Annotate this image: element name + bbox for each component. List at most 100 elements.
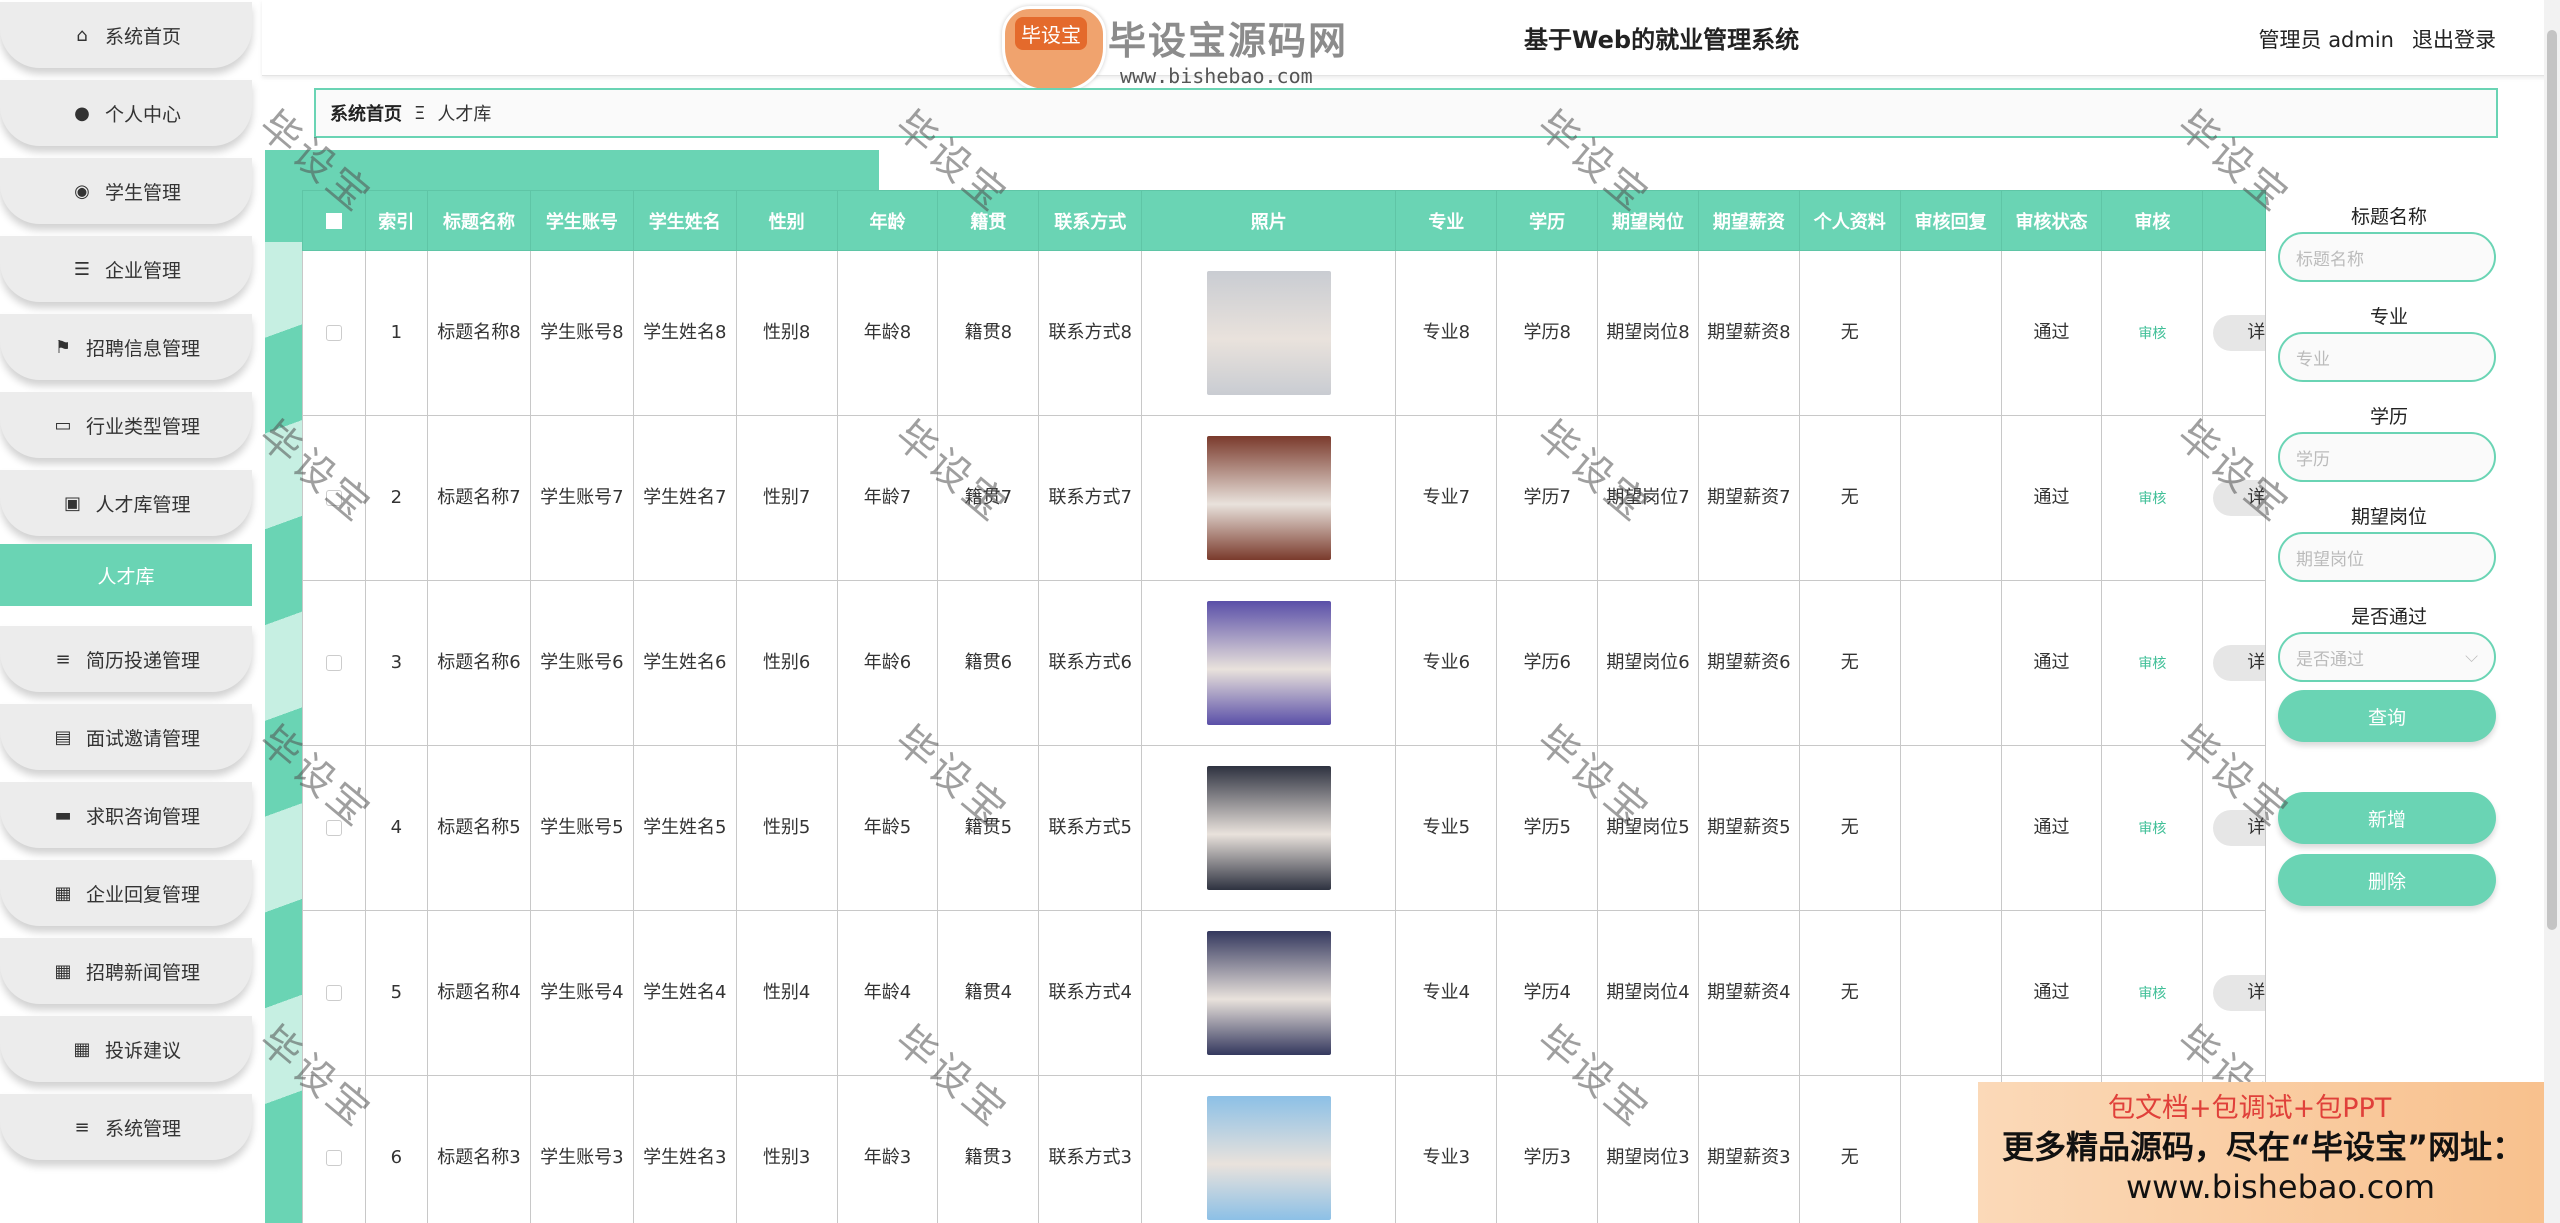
column-header: 期望薪资 (1697, 190, 1800, 251)
page-scrollbar[interactable] (2544, 0, 2560, 1223)
cell-name: 学生姓名6 (632, 580, 737, 746)
row-checkbox-cell (302, 745, 366, 911)
query-button[interactable]: 查询 (2278, 690, 2496, 742)
table-row[interactable]: 1 标题名称8 学生账号8 学生姓名8 性别8 年龄8 籍贯8 联系方式8 专业8 学历8 期望岗位… (302, 250, 2266, 416)
sidebar-item-label: 招聘新闻管理 (85, 961, 200, 984)
sidebar-item-label: 人才库管理 (95, 493, 191, 516)
sidebar-item[interactable]: ▬ 求职咨询管理 (0, 782, 252, 848)
column-header: 学历 (1496, 190, 1599, 251)
search-input[interactable]: 学历 (2278, 432, 2496, 482)
add-button[interactable]: 新增 (2278, 792, 2496, 844)
audit-link[interactable]: 审核 (2138, 821, 2166, 837)
column-header: 审核 (2101, 190, 2204, 251)
student-photo[interactable] (1206, 436, 1331, 560)
cell-idx: 3 (364, 580, 429, 746)
sidebar-subitem-active[interactable]: 人才库 (0, 544, 252, 606)
cell-edu: 学历6 (1496, 580, 1599, 746)
cell-name: 学生姓名7 (632, 415, 737, 581)
breadcrumb-home[interactable]: 系统首页 (330, 100, 402, 126)
student-photo[interactable] (1206, 931, 1331, 1055)
search-input[interactable]: 标题名称 (2278, 232, 2496, 282)
actions-cell: 详 (2202, 415, 2266, 581)
cell-gender: 性别5 (735, 745, 838, 911)
search-input[interactable]: 期望岗位 (2278, 532, 2496, 582)
audit-link[interactable]: 审核 (2138, 326, 2166, 342)
briefcase-icon: ▣ (63, 492, 81, 514)
delete-button[interactable]: 删除 (2278, 854, 2496, 906)
sidebar-item[interactable]: ▣ 人才库管理 (0, 470, 252, 536)
search-input[interactable]: 专业 (2278, 332, 2496, 382)
grid-icon: ▦ (73, 1038, 91, 1060)
audit-link[interactable]: 审核 (2138, 491, 2166, 507)
cell-origin: 籍贯4 (937, 910, 1040, 1076)
select-all-checkbox[interactable] (325, 212, 342, 229)
column-header: 年龄 (836, 190, 939, 251)
sidebar-item-label: 企业管理 (104, 259, 181, 282)
sidebar-item[interactable]: ≡ 系统管理 (0, 1094, 252, 1160)
detail-button[interactable]: 详 (2213, 480, 2266, 516)
table-row[interactable]: 3 标题名称6 学生账号6 学生姓名6 性别6 年龄6 籍贯6 联系方式6 专业6 学历6 期望岗位… (302, 580, 2266, 746)
cell-account: 学生账号4 (529, 910, 634, 1076)
approval-select[interactable]: 是否通过 ⌵ (2278, 632, 2496, 682)
student-photo[interactable] (1206, 601, 1331, 725)
sidebar-item[interactable]: ◉ 学生管理 (0, 158, 252, 224)
breadcrumb: 系统首页 Ξ 人才库 (314, 88, 2498, 138)
cell-salary: 期望薪资7 (1697, 415, 1800, 581)
cell-account: 学生账号5 (529, 745, 634, 911)
sidebar-item[interactable]: ⌂ 系统首页 (0, 2, 252, 68)
audit-link[interactable]: 审核 (2138, 656, 2166, 672)
row-checkbox[interactable] (325, 655, 342, 671)
scrollbar-thumb[interactable] (2547, 30, 2557, 930)
student-photo[interactable] (1206, 766, 1331, 890)
cell-post: 期望岗位6 (1597, 580, 1699, 746)
cell-title: 标题名称6 (427, 580, 531, 746)
cell-major: 专业4 (1395, 910, 1498, 1076)
cell-origin: 籍贯5 (937, 745, 1040, 911)
user-icon: ● (74, 102, 90, 124)
column-header: 专业 (1395, 190, 1498, 251)
cell-age: 年龄6 (836, 580, 939, 746)
row-checkbox[interactable] (325, 1150, 342, 1166)
sidebar-item[interactable]: ⚑ 招聘信息管理 (0, 314, 252, 380)
site-title: 基于Web的就业管理系统 (1524, 26, 1800, 54)
row-checkbox[interactable] (325, 985, 342, 1001)
sidebar-item[interactable]: ▦ 投诉建议 (0, 1016, 252, 1082)
row-checkbox[interactable] (325, 490, 342, 506)
sidebar-item[interactable]: ▦ 企业回复管理 (0, 860, 252, 926)
detail-button[interactable]: 详 (2213, 315, 2266, 351)
detail-button[interactable]: 详 (2213, 810, 2266, 846)
cell-age: 年龄8 (836, 250, 939, 416)
audit-link[interactable]: 审核 (2138, 986, 2166, 1002)
column-header: 审核状态 (2000, 190, 2103, 251)
student-photo[interactable] (1206, 1096, 1331, 1220)
sidebar-item[interactable]: ▦ 招聘新闻管理 (0, 938, 252, 1004)
student-photo[interactable] (1206, 271, 1331, 395)
detail-button[interactable]: 详 (2213, 975, 2266, 1011)
sidebar-item[interactable]: ▤ 面试邀请管理 (0, 704, 252, 770)
sidebar-item[interactable]: ☰ 企业管理 (0, 236, 252, 302)
row-checkbox[interactable] (325, 820, 342, 836)
sidebar-item[interactable]: ● 个人中心 (0, 80, 252, 146)
row-checkbox-cell (302, 250, 366, 416)
cell-origin: 籍贯3 (937, 1075, 1040, 1223)
sidebar-item[interactable]: ≡ 简历投递管理 (0, 626, 252, 692)
cell-salary: 期望薪资4 (1697, 910, 1800, 1076)
photo-cell (1141, 580, 1397, 746)
table-row[interactable]: 4 标题名称5 学生账号5 学生姓名5 性别5 年龄5 籍贯5 联系方式5 专业5 学历5 期望岗位… (302, 745, 2266, 911)
detail-button[interactable]: 详 (2213, 645, 2266, 681)
top-bar: 基于Web的就业管理系统 管理员 admin 退出登录 (262, 0, 2552, 76)
row-checkbox[interactable] (325, 325, 342, 341)
ad-banner[interactable]: 包文档+包调试+包PPT 更多精品源码，尽在“毕设宝”网址： www.bishe… (1978, 1082, 2560, 1223)
logout-link[interactable]: 退出登录 (2412, 28, 2496, 52)
table-row[interactable]: 2 标题名称7 学生账号7 学生姓名7 性别7 年龄7 籍贯7 联系方式7 专业7 学历7 期望岗位… (302, 415, 2266, 581)
cell-contact: 联系方式5 (1038, 745, 1143, 911)
table-row[interactable]: 5 标题名称4 学生账号4 学生姓名4 性别4 年龄4 籍贯4 联系方式4 专业4 学历4 期望岗位… (302, 910, 2266, 1076)
sidebar: ⌂ 系统首页 ● 个人中心 ◉ 学生管理 ☰ 企业管理 ⚑ 招聘信息管理 ▭ 行业类型管理 ▣ 人才库管理… (0, 0, 254, 1223)
actions-cell: 详 (2202, 745, 2266, 911)
column-header: 学生账号 (529, 190, 634, 251)
sidebar-item[interactable]: ▭ 行业类型管理 (0, 392, 252, 458)
cell-reply (1899, 250, 2002, 416)
cell-edu: 学历8 (1496, 250, 1599, 416)
column-header: 个人资料 (1798, 190, 1901, 251)
table-row[interactable]: 6 标题名称3 学生账号3 学生姓名3 性别3 年龄3 籍贯3 联系方式3 专业3 学历3 期望岗位… (302, 1075, 2266, 1223)
